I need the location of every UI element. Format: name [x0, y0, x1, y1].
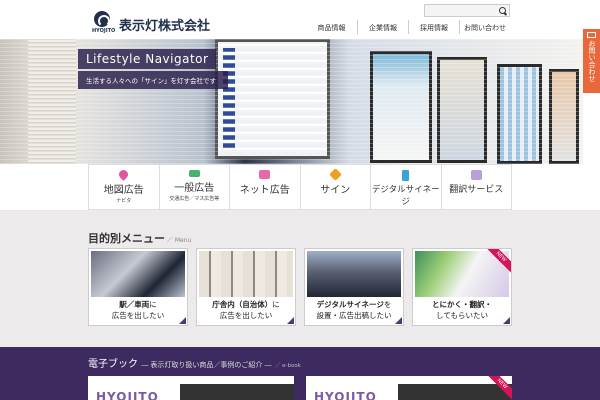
card-photo — [307, 251, 401, 297]
nav-company[interactable]: 企業情報 — [357, 20, 408, 34]
sign-icon — [328, 168, 342, 181]
card-arrow-icon — [287, 317, 294, 324]
hero-subcaption: 生活する人々への「サイン」を灯す会社です — [78, 71, 228, 89]
card-arrow-icon — [179, 317, 186, 324]
map-pin-icon — [117, 168, 131, 181]
contact-side-tab[interactable]: お問い合わせ — [583, 29, 600, 93]
company-name[interactable]: 表示灯株式会社 — [119, 15, 210, 34]
new-badge: NEW — [485, 249, 511, 275]
translate-icon — [470, 170, 482, 180]
tile-sub: 交通広告／マス広告等 — [169, 196, 220, 202]
ebook-desc: ― 表示灯取り扱い商品／事例のご紹介 ― — [141, 361, 272, 369]
card-translation[interactable]: NEW とにかく・翻訳・ してもらいたい — [412, 248, 512, 326]
card-photo — [199, 251, 293, 297]
tile-sign[interactable]: サイン — [299, 165, 370, 209]
card-text: デジタルサイネージを 設置・広告出稿したい — [316, 300, 392, 320]
tile-label: サイン — [320, 185, 351, 196]
tile-general-ads[interactable]: 一般広告 交通広告／マス広告等 — [158, 165, 229, 209]
nav-recruit[interactable]: 採用情報 — [408, 20, 459, 34]
new-badge: NEW — [486, 376, 512, 400]
tile-label: 一般広告 — [174, 183, 215, 194]
global-nav: 商品情報 企業情報 採用情報 お問い合わせ — [306, 20, 510, 34]
ebook-title-text: 電子ブック — [88, 359, 138, 370]
ebook-card-1[interactable]: HYOJITO — [88, 376, 294, 400]
purpose-cards: 駅／車両に 広告を出したい 庁舎内（自治体）に 広告を出したい デジタルサイネー… — [88, 248, 512, 326]
service-tiles: 地図広告 ナビタ 一般広告 交通広告／マス広告等 ネット広告 サイン デジタルサ… — [88, 164, 512, 210]
card-government-ads[interactable]: 庁舎内（自治体）に 広告を出したい — [196, 248, 296, 326]
search-input[interactable] — [424, 4, 510, 17]
tile-sub: ナビタ — [116, 198, 132, 204]
card-photo — [91, 251, 185, 297]
ebook-card-2[interactable]: HYOJITO NEW — [306, 376, 512, 400]
logo-text: HYOJITO — [92, 28, 116, 34]
tile-label: 翻訳サービス — [449, 185, 504, 195]
web-icon — [259, 170, 271, 179]
tile-label: デジタルサイネージ — [371, 185, 440, 207]
ebook-title: 電子ブック ― 表示灯取り扱い商品／事例のご紹介 ― ／ e-book — [88, 355, 301, 370]
ebook-brand: HYOJITO — [314, 390, 377, 400]
tile-digital-signage[interactable]: デジタルサイネージ — [370, 165, 441, 209]
menu-title-en: ／ Menu — [165, 237, 192, 244]
hero-banner: Lifestyle Navigator 生活する人々への「サイン」を灯す会社です — [0, 39, 583, 164]
card-arrow-icon — [503, 317, 510, 324]
nav-contact[interactable]: お問い合わせ — [459, 20, 510, 34]
card-text: 庁舎内（自治体）に 広告を出したい — [212, 300, 280, 320]
card-text: 駅／車両に 広告を出したい — [111, 300, 165, 320]
tile-label: 地図広告 — [103, 185, 144, 196]
nav-products[interactable]: 商品情報 — [306, 20, 357, 34]
site-header: HYOJITO 表示灯株式会社 商品情報 企業情報 採用情報 お問い合わせ — [0, 0, 600, 40]
tile-map-ads[interactable]: 地図広告 ナビタ — [88, 165, 159, 209]
tile-label: ネット広告 — [239, 185, 290, 196]
card-text: とにかく・翻訳・ してもらいたい — [432, 300, 492, 320]
card-station-ads[interactable]: 駅／車両に 広告を出したい — [88, 248, 188, 326]
tile-net-ads[interactable]: ネット広告 — [229, 165, 300, 209]
ebook-cover — [180, 384, 294, 400]
ebook-title-en: ／ e-book — [274, 363, 301, 369]
card-arrow-icon — [395, 317, 402, 324]
card-digital-signage[interactable]: デジタルサイネージを 設置・広告出稿したい — [304, 248, 404, 326]
phone-icon — [402, 170, 410, 181]
tile-translation[interactable]: 翻訳サービス — [440, 165, 512, 209]
hero-caption: Lifestyle Navigator — [78, 49, 217, 69]
menu-title-text: 目的別メニュー — [88, 232, 165, 245]
bus-icon — [188, 170, 200, 177]
company-logo[interactable]: HYOJITO — [92, 11, 116, 35]
purpose-menu-title: 目的別メニュー ／ Menu — [88, 230, 191, 246]
logo-mark-icon — [94, 11, 110, 27]
ebook-brand: HYOJITO — [96, 390, 159, 400]
mail-icon — [587, 32, 596, 38]
contact-side-label: お問い合わせ — [588, 40, 596, 82]
search-icon[interactable] — [499, 7, 506, 14]
